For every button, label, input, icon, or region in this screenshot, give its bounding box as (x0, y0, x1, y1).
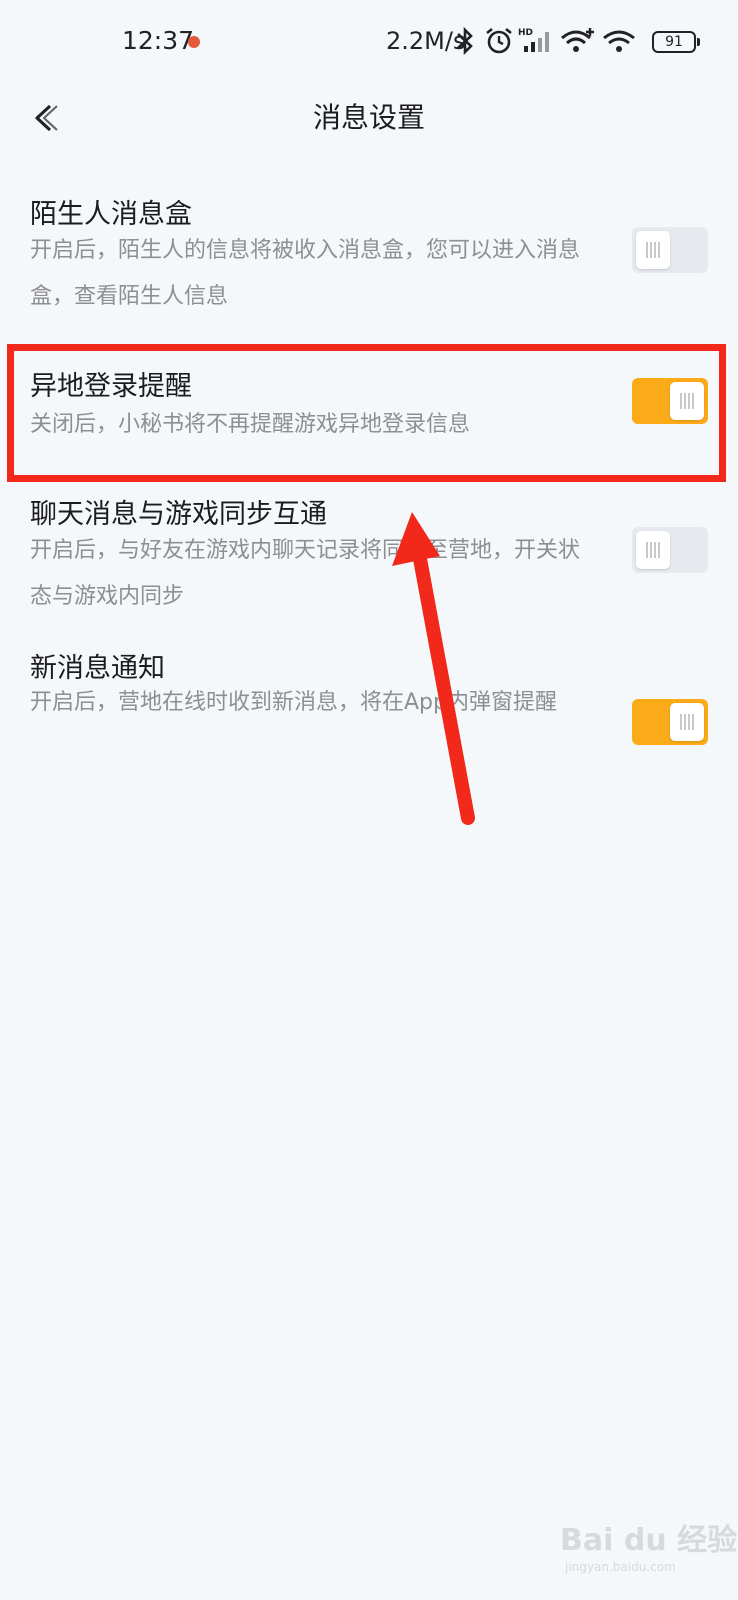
page-title: 消息设置 (312, 101, 425, 134)
notification-dot-icon (188, 36, 200, 48)
alarm-icon (486, 27, 512, 54)
toggle-knob (636, 531, 670, 569)
status-bar: 12:37 2.2M/s HD 91 (0, 0, 738, 84)
status-time: 12:37 (122, 26, 195, 55)
wifi-plus-icon (561, 28, 594, 52)
setting-description: 开启后，营地在线时收到新消息，将在App内弹窗提醒 (30, 690, 557, 715)
new-message-notification-toggle[interactable] (632, 699, 708, 745)
toggle-knob (670, 703, 704, 741)
toggle-knob (636, 231, 670, 269)
app-header: 消息设置 (0, 84, 738, 180)
chat-sync-toggle[interactable] (632, 527, 708, 573)
bluetooth-icon (457, 26, 473, 56)
stranger-box-toggle[interactable] (632, 227, 708, 273)
hd-signal-icon: HD (518, 28, 549, 52)
battery-icon: 91 (652, 31, 700, 53)
wifi-icon (603, 30, 635, 52)
watermark-url: jingyan.baidu.com (565, 1560, 676, 1574)
svg-text:HD: HD (518, 28, 533, 38)
annotation-highlight-box (7, 344, 726, 482)
watermark-logo: Bai du 经验 (560, 1523, 738, 1558)
setting-title: 陌生人消息盒 (30, 199, 192, 230)
setting-title: 聊天消息与游戏同步互通 (30, 499, 327, 530)
setting-description: 开启后，陌生人的信息将被收入消息盒，您可以进入消息盒，查看陌生人信息 (30, 238, 581, 309)
setting-description: 开启后，与好友在游戏内聊天记录将同步至营地，开关状态与游戏内同步 (30, 538, 581, 609)
